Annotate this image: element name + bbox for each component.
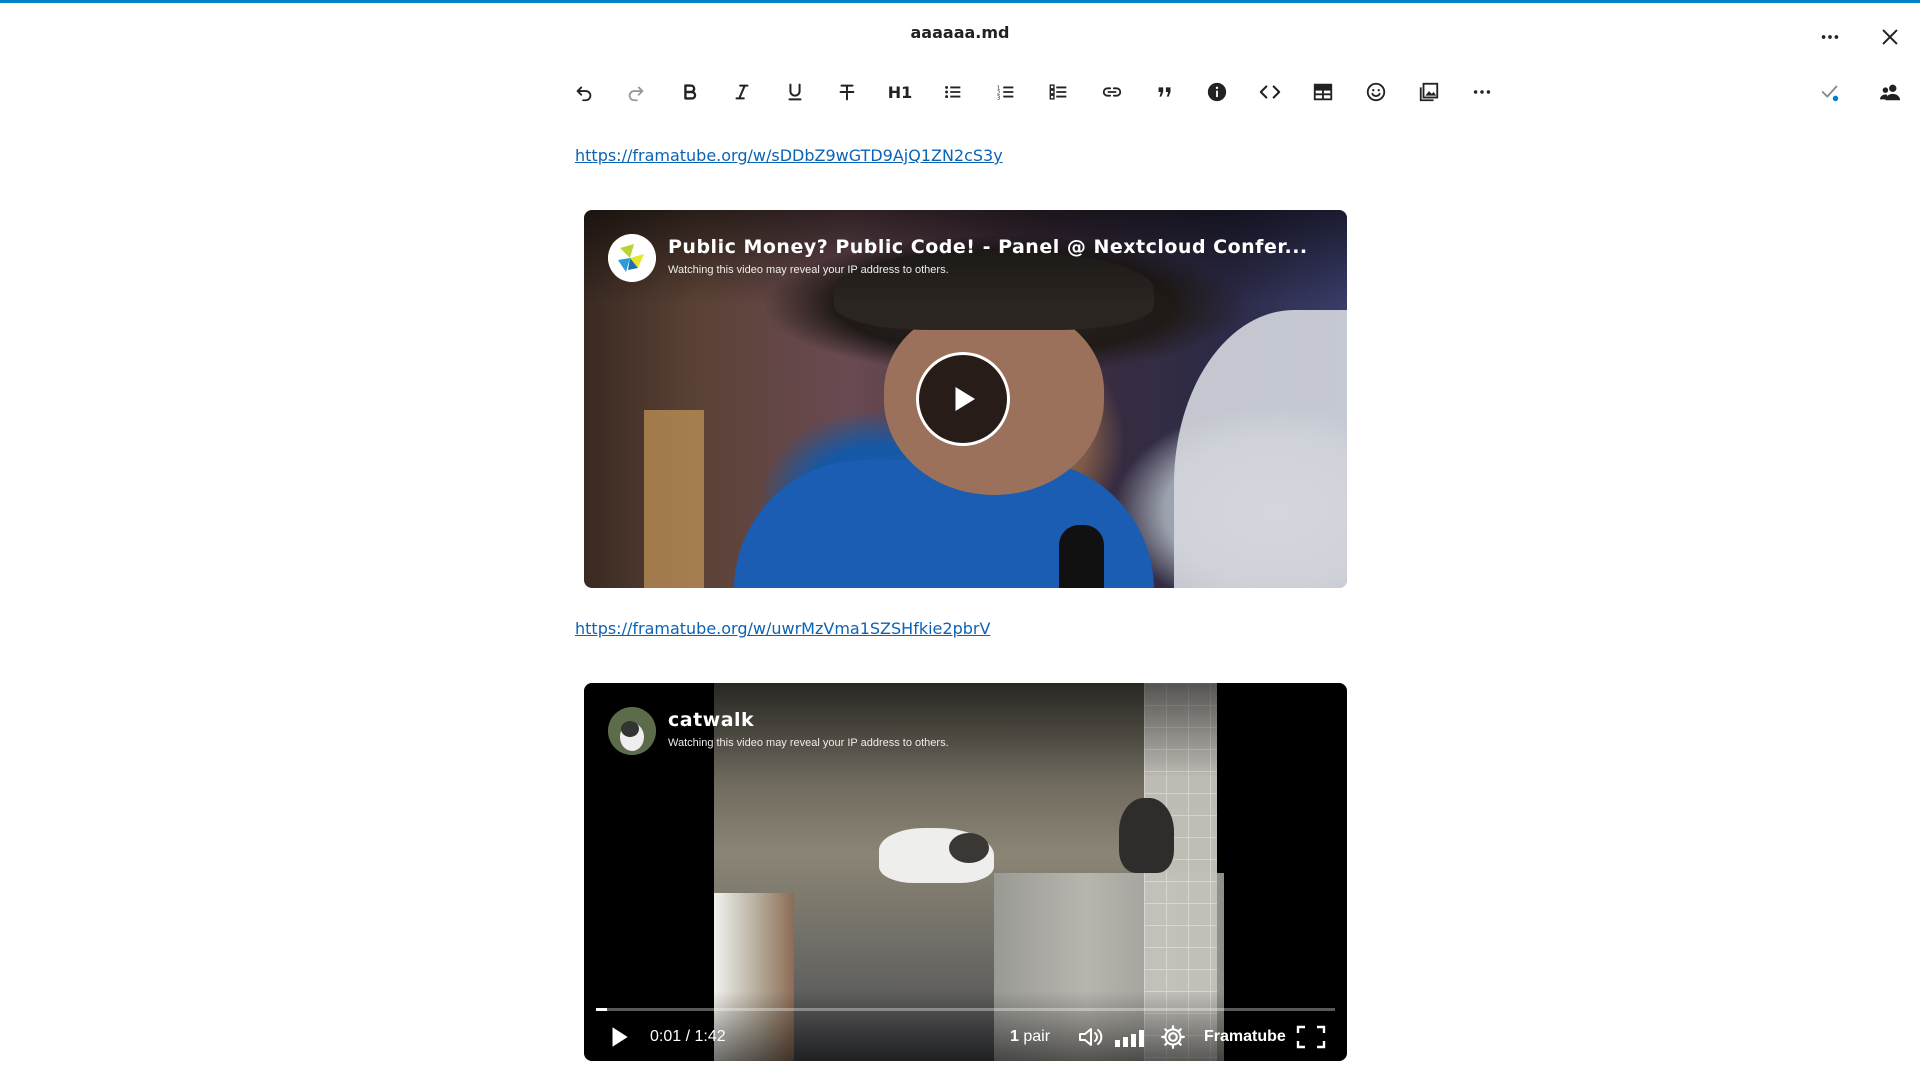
image-button[interactable] [1407,70,1451,114]
play-icon [955,387,975,411]
task-list-button[interactable] [1037,70,1081,114]
framatube-link-1[interactable]: https://framatube.org/w/sDDbZ9wGTD9AjQ1Z… [575,146,1003,165]
link-icon [1102,87,1122,97]
formatting-toolbar: H1 123 [0,70,1920,114]
video-embed-1[interactable]: Public Money? Public Code! - Panel @ Nex… [584,210,1347,588]
ordered-list-icon: 123 [997,85,1014,101]
framatube-logo-icon [608,234,656,282]
underline-button[interactable] [773,70,817,114]
ip-warning: Watching this video may reveal your IP a… [668,264,949,276]
more-horizontal-icon [1473,90,1491,94]
actions-menu-button[interactable] [1808,15,1852,59]
heading-label: H1 [887,82,913,102]
video-embed-2[interactable]: catwalk Watching this video may reveal y… [584,683,1347,1061]
video-title[interactable]: catwalk [668,709,754,731]
fullscreen-button[interactable] [1296,1021,1326,1053]
video-title[interactable]: Public Money? Public Code! - Panel @ Nex… [668,236,1308,258]
users-icon [1879,84,1901,101]
player-controls: 0:01 / 1:42 1 pair Framatube [584,991,1347,1061]
ip-warning: Watching this video may reveal your IP a… [668,737,949,749]
cat-avatar-icon [608,707,656,755]
more-horizontal-icon [1821,35,1839,39]
svg-text:3: 3 [997,95,1001,101]
play-icon [612,1027,628,1047]
table-button[interactable] [1301,70,1345,114]
close-icon [1882,29,1898,45]
resolution-number: 1 [1010,1028,1019,1045]
bold-button[interactable] [668,70,712,114]
progress-bar[interactable] [596,1008,1335,1011]
volume-level[interactable] [1114,1021,1148,1053]
play-control-button[interactable] [606,1021,632,1053]
italic-icon [735,84,749,100]
close-button[interactable] [1868,15,1912,59]
table-icon [1313,83,1333,101]
framatube-link-2[interactable]: https://framatube.org/w/uwrMzVma1SZSHfki… [575,619,990,638]
strikethrough-icon [839,84,855,101]
gear-icon [1161,1025,1185,1049]
info-icon [1207,82,1227,102]
sync-status-button[interactable] [1808,70,1852,114]
channel-avatar[interactable] [608,234,656,282]
volume-icon [1079,1028,1103,1046]
undo-icon [576,86,592,102]
strikethrough-button[interactable] [825,70,869,114]
ordered-list-button[interactable]: 123 [984,70,1028,114]
task-list-icon [1049,84,1067,100]
video-scene-cat-black [1119,798,1174,873]
bullet-list-button[interactable] [931,70,975,114]
more-options-button[interactable] [1460,70,1504,114]
channel-avatar[interactable] [608,707,656,755]
settings-button[interactable] [1160,1021,1186,1053]
code-block-button[interactable] [1248,70,1292,114]
resolution-label: pair [1023,1028,1051,1045]
underline-icon [788,83,802,101]
video-scene [644,410,704,588]
sessions-button[interactable] [1868,70,1912,114]
check-sync-icon [1821,85,1839,102]
play-button[interactable] [916,352,1010,446]
quote-icon [1158,87,1171,97]
video-scene-mic [1059,525,1104,588]
undo-button[interactable] [562,70,606,114]
bold-icon [684,84,697,100]
document-title: aaaaaa.md [910,23,1010,42]
resolution-button[interactable]: 1 pair [1010,1021,1050,1053]
progress-fill [596,1008,608,1011]
heading-button[interactable]: H1 [878,70,922,114]
bullet-list-icon [945,85,961,99]
header-bar: aaaaaa.md [0,3,1920,63]
link-button[interactable] [1090,70,1134,114]
callout-button[interactable] [1195,70,1239,114]
blockquote-button[interactable] [1143,70,1187,114]
redo-icon [628,86,644,102]
brand-text: Framatube [1204,1028,1286,1045]
emoji-button[interactable] [1354,70,1398,114]
italic-button[interactable] [720,70,764,114]
video-scene-person [1174,310,1347,588]
redo-button[interactable] [614,70,658,114]
emoji-icon [1366,82,1386,102]
volume-button[interactable] [1078,1021,1108,1053]
image-icon [1419,82,1439,102]
framatube-brand-link[interactable]: Framatube [1204,1021,1286,1053]
fullscreen-icon [1296,1025,1326,1049]
video-scene-cat-white [879,828,994,883]
code-icon [1259,85,1281,99]
time-text: 0:01 / 1:42 [650,1028,726,1045]
time-display: 0:01 / 1:42 [650,1021,726,1053]
volume-bars-icon [1115,1030,1144,1047]
